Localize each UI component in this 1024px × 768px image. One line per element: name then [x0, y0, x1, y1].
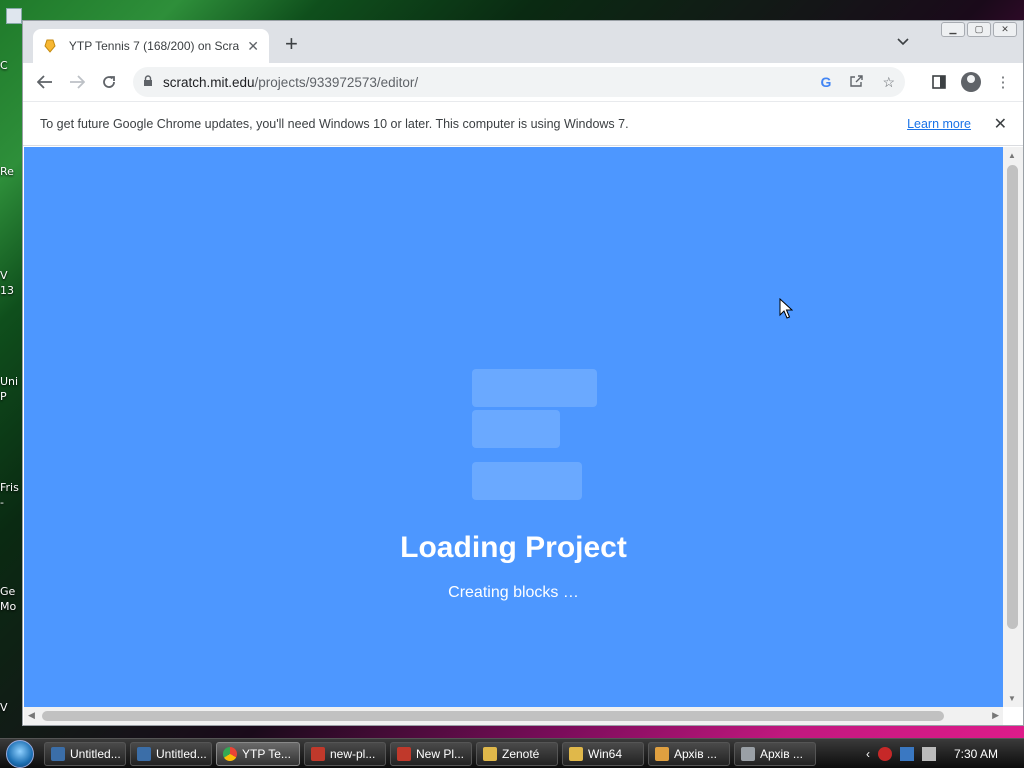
- lock-icon[interactable]: [143, 74, 153, 90]
- close-tab-icon[interactable]: ✕: [247, 38, 259, 55]
- learn-more-link[interactable]: Learn more: [907, 117, 971, 131]
- toolbar-right: ⋮: [927, 67, 1015, 97]
- scratch-loading-screen: Loading Project Creating blocks …: [24, 147, 1003, 707]
- system-tray: ‹ 7:30 AM: [866, 739, 1024, 768]
- app-window-icon: [137, 746, 151, 761]
- desktop-icon-label[interactable]: Ge Mo: [0, 584, 24, 614]
- tray-expand-chevron-icon[interactable]: ‹: [866, 747, 870, 761]
- url-host: scratch.mit.edu: [163, 74, 255, 90]
- folder-icon: [569, 746, 583, 761]
- vertical-scrollbar[interactable]: ▲ ▼: [1003, 147, 1023, 707]
- security-alert-icon[interactable]: [877, 747, 892, 761]
- taskbar-item-label: Zenoté: [502, 746, 540, 761]
- taskbar-item[interactable]: New Pl...: [390, 741, 472, 766]
- taskbar-item[interactable]: Untitled...: [130, 741, 212, 766]
- url-path: /projects/933972573/editor/: [254, 74, 419, 90]
- menu-kebab-icon[interactable]: ⋮: [991, 67, 1015, 97]
- google-icon[interactable]: G: [821, 74, 832, 90]
- desktop-icon-label[interactable]: Fris -: [0, 480, 24, 510]
- vertical-scroll-thumb[interactable]: [1007, 165, 1018, 629]
- new-tab-button[interactable]: +: [285, 33, 298, 55]
- browser-window: YTP Tennis 7 (168/200) on Scratch ✕ + ▁ …: [22, 20, 1024, 726]
- maximize-button[interactable]: ▢: [967, 22, 991, 37]
- desktop-icon-label[interactable]: C: [0, 58, 24, 73]
- app-window-icon: [51, 746, 65, 761]
- taskbar-item-label: Win64: [588, 746, 623, 761]
- block-placeholder: [472, 462, 582, 500]
- tab-search-chevron-icon[interactable]: [897, 37, 909, 49]
- scroll-left-icon[interactable]: ◀: [28, 710, 35, 721]
- forward-button[interactable]: [61, 66, 93, 98]
- windows-orb-icon: [6, 739, 34, 768]
- block-placeholder: [472, 369, 597, 407]
- minimize-button[interactable]: ▁: [941, 22, 965, 37]
- desktop-icon-label[interactable]: Re: [0, 164, 24, 179]
- bookmark-star-icon[interactable]: ☆: [882, 74, 895, 91]
- taskbar-item-label: YTP Te...: [242, 746, 291, 761]
- block-placeholder: [472, 410, 560, 448]
- network-icon[interactable]: [899, 747, 914, 761]
- taskbar-items: Untitled... Untitled... YTP Te... new-pl…: [40, 741, 816, 766]
- side-panel-icon[interactable]: [927, 67, 951, 97]
- taskbar-item[interactable]: Untitled...: [44, 741, 126, 766]
- browser-toolbar: scratch.mit.edu/projects/933972573/edito…: [23, 63, 1023, 101]
- tab-title: YTP Tennis 7 (168/200) on Scratch: [68, 39, 240, 53]
- block-notch: [484, 500, 502, 506]
- browser-tab[interactable]: YTP Tennis 7 (168/200) on Scratch ✕: [33, 29, 269, 63]
- desktop-icon-label[interactable]: V 13: [0, 268, 24, 298]
- taskbar-item-active[interactable]: YTP Te...: [216, 741, 300, 766]
- loading-title: Loading Project: [400, 531, 627, 564]
- update-infobar: To get future Google Chrome updates, you…: [23, 101, 1023, 146]
- taskbar-item-label: Untitled...: [70, 746, 121, 761]
- start-button[interactable]: [0, 739, 40, 768]
- computer-icon: [6, 8, 22, 24]
- taskbar-item-label: Архів ...: [760, 746, 803, 761]
- archive-icon: [397, 746, 411, 761]
- taskbar-item-label: New Pl...: [416, 746, 465, 761]
- desktop-icon-label[interactable]: Uni P: [0, 374, 24, 404]
- block-notch: [484, 448, 502, 454]
- horizontal-scroll-thumb[interactable]: [42, 711, 944, 721]
- chrome-icon: [223, 746, 237, 761]
- scroll-up-icon[interactable]: ▲: [1008, 151, 1016, 160]
- omnibox-actions: G ☆: [821, 67, 895, 97]
- taskbar-item[interactable]: new-pl...: [304, 741, 386, 766]
- address-bar[interactable]: scratch.mit.edu/projects/933972573/edito…: [133, 67, 905, 97]
- clock[interactable]: 7:30 AM: [954, 747, 998, 761]
- taskbar: Untitled... Untitled... YTP Te... new-pl…: [0, 738, 1024, 768]
- desktop-icon[interactable]: [0, 8, 24, 24]
- loading-status: Creating blocks …: [448, 584, 579, 601]
- tab-strip: YTP Tennis 7 (168/200) on Scratch ✕ + ▁ …: [23, 21, 1023, 63]
- share-icon[interactable]: [849, 74, 864, 91]
- volume-muted-icon[interactable]: [921, 747, 936, 761]
- mouse-cursor-icon: [779, 298, 793, 319]
- profile-avatar-icon: [961, 72, 981, 92]
- taskbar-item-label: new-pl...: [330, 746, 376, 761]
- window-controls: ▁ ▢ ✕: [941, 22, 1017, 37]
- blocks-loading-graphic: [472, 369, 598, 506]
- taskbar-item[interactable]: Win64: [562, 741, 644, 766]
- scroll-down-icon[interactable]: ▼: [1008, 694, 1016, 703]
- desktop-icon-label[interactable]: V: [0, 700, 24, 715]
- reload-button[interactable]: [93, 66, 125, 98]
- taskbar-item-label: Архів ...: [674, 746, 717, 761]
- taskbar-item-label: Untitled...: [156, 746, 207, 761]
- scroll-right-icon[interactable]: ▶: [992, 710, 999, 721]
- archive-icon: [311, 746, 325, 761]
- archive-app-icon: [741, 746, 755, 761]
- folder-icon: [483, 746, 497, 761]
- close-infobar-icon[interactable]: ✕: [994, 114, 1007, 134]
- horizontal-scrollbar[interactable]: ◀ ▶: [24, 707, 1003, 725]
- archive-folder-icon: [655, 746, 669, 761]
- taskbar-item[interactable]: Архів ...: [648, 741, 730, 766]
- url-text: scratch.mit.edu/projects/933972573/edito…: [163, 75, 418, 90]
- taskbar-item[interactable]: Zenoté: [476, 741, 558, 766]
- close-window-button[interactable]: ✕: [993, 22, 1017, 37]
- back-button[interactable]: [29, 66, 61, 98]
- infobar-message: To get future Google Chrome updates, you…: [40, 116, 629, 131]
- profile-button[interactable]: [959, 67, 983, 97]
- taskbar-item[interactable]: Архів ...: [734, 741, 816, 766]
- scratch-favicon-icon: [43, 38, 57, 54]
